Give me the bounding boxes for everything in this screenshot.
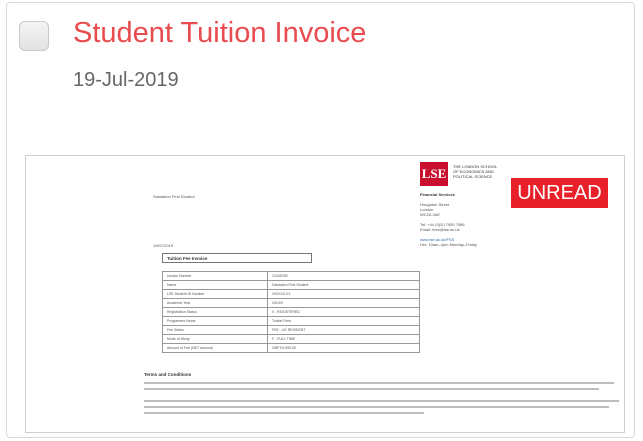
terms-heading: Terms and Conditions <box>144 372 192 377</box>
table-row: Academic Year 2019/0 <box>162 298 420 308</box>
row-label: Academic Year <box>162 298 268 308</box>
row-value: GBP £9,999.00 <box>267 343 420 353</box>
doc-date: 19/07/2019 <box>153 243 174 248</box>
unread-badge: UNREAD <box>511 178 608 208</box>
select-checkbox[interactable] <box>19 21 49 51</box>
invoice-card[interactable]: Student Tuition Invoice 19-Jul-2019 Salu… <box>6 2 635 438</box>
table-row: Amount of Fee (NET amount) GBP £9,999.00 <box>162 343 420 353</box>
table-row: Registration Status 0 - REGISTERED <box>162 307 420 317</box>
row-label: Fee Status <box>162 325 268 335</box>
invoice-details-table: Invoice Number 12345789 Name Salutation Fir… <box>162 271 420 353</box>
table-row: LSE Student ID Number 20XXXX-01 <box>162 289 420 299</box>
table-row: Name Salutation First Student <box>162 280 420 290</box>
row-value: Tuition Fees <box>267 316 420 326</box>
row-value: F - FULL TIME <box>267 334 420 344</box>
contact-line: Email: fees@lse.ac.uk <box>420 227 460 232</box>
table-row: Programme Name Tuition Fees <box>162 316 420 326</box>
org-name: THE LONDON SCHOOL OF ECONOMICS AND POLIT… <box>453 164 498 179</box>
row-value: 20XXXX-01 <box>267 289 420 299</box>
invoice-title[interactable]: Student Tuition Invoice <box>73 17 366 50</box>
address-line: WC2A 2AE <box>420 212 441 217</box>
hours-line: Hrs: 10am–4pm Monday–Friday <box>420 242 478 247</box>
terms-text-line <box>144 412 424 414</box>
row-value: Salutation First Student <box>267 280 420 290</box>
invoice-date: 19-Jul-2019 <box>73 69 179 91</box>
row-value: 2019/0 <box>267 298 420 308</box>
row-label: Mode of Study <box>162 334 268 344</box>
row-value: 0 - REGISTERED <box>267 307 420 317</box>
row-label: Amount of Fee (NET amount) <box>162 343 268 353</box>
doc-heading: Tuition Fee Invoice <box>162 253 312 263</box>
terms-text-line <box>144 406 609 408</box>
row-label: Invoice Number <box>162 271 268 281</box>
row-value: 12345789 <box>267 271 420 281</box>
row-label: Programme Name <box>162 316 268 326</box>
invoice-preview-thumbnail[interactable]: Salutation First Student LSE THE LONDON … <box>25 155 625 433</box>
row-value: FEE - UK RESIDENT <box>267 325 420 335</box>
row-label: LSE Student ID Number <box>162 289 268 299</box>
row-label: Registration Status <box>162 307 268 317</box>
lse-logo: LSE <box>420 162 448 186</box>
terms-text-line <box>144 388 599 390</box>
terms-text-line <box>144 400 619 402</box>
table-row: Invoice Number 12345789 <box>162 271 420 281</box>
dept-name: Financial Services <box>420 192 455 197</box>
table-row: Fee Status FEE - UK RESIDENT <box>162 325 420 335</box>
table-row: Mode of Study F - FULL TIME <box>162 334 420 344</box>
recipient-line: Salutation First Student <box>153 194 195 199</box>
terms-text-line <box>144 382 614 384</box>
row-label: Name <box>162 280 268 290</box>
